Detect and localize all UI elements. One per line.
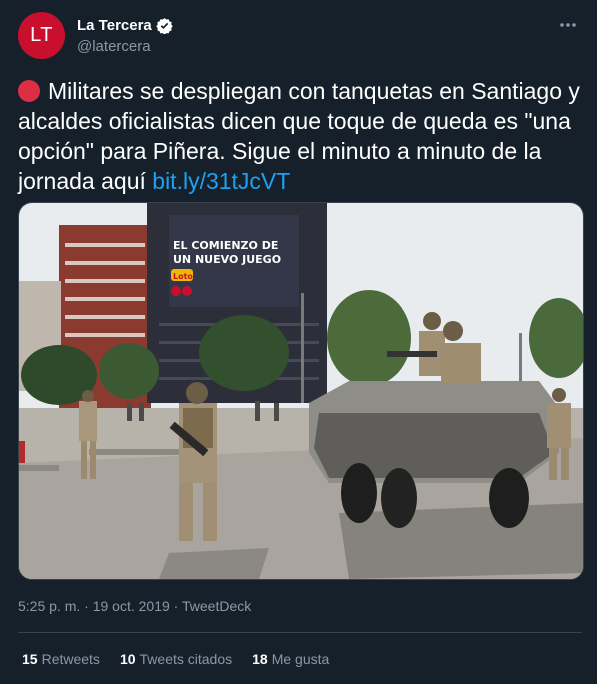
tweet-header: LT La Tercera @latercera [18, 12, 583, 62]
meta-separator: · [84, 598, 89, 614]
tweet-text: Militares se despliegan con tanquetas en… [18, 76, 586, 196]
tweet-date[interactable]: 19 oct. 2019 [93, 598, 170, 614]
tweet-time[interactable]: 5:25 p. m. [18, 598, 80, 614]
quote-tweets-stat[interactable]: 10 Tweets citados [120, 651, 232, 667]
tweet-stats: 15 Retweets 10 Tweets citados 18 Me gust… [22, 651, 329, 667]
quote-tweets-label: Tweets citados [139, 651, 233, 667]
billboard-line1: EL COMIENZO DE [173, 239, 278, 252]
tweet-source[interactable]: TweetDeck [182, 598, 251, 614]
likes-count: 18 [252, 651, 268, 667]
tweet-link[interactable]: bit.ly/31tJcVT [152, 168, 290, 194]
photo-scene: EL COMIENZO DE UN NUEVO JUEGO Loto [19, 203, 583, 579]
name-row: La Tercera [77, 17, 173, 34]
red-circle-icon [18, 80, 40, 102]
billboard-line2: UN NUEVO JUEGO [173, 253, 281, 266]
verified-badge-icon [156, 18, 173, 34]
meta-separator: · [173, 598, 179, 614]
likes-stat[interactable]: 18 Me gusta [252, 651, 329, 667]
tweet-photo[interactable]: EL COMIENZO DE UN NUEVO JUEGO Loto [18, 202, 584, 580]
more-options-icon[interactable] [553, 12, 583, 38]
likes-label: Me gusta [271, 651, 330, 667]
retweets-stat[interactable]: 15 Retweets [22, 651, 100, 667]
avatar[interactable]: LT [18, 12, 65, 59]
tweet-meta: 5:25 p. m. · 19 oct. 2019 · TweetDeck [18, 598, 251, 614]
tweet-text-body: Militares se despliegan con tanquetas en… [18, 78, 580, 194]
display-name[interactable]: La Tercera [77, 17, 152, 34]
billboard-brand: Loto [173, 272, 193, 281]
handle[interactable]: @latercera [77, 38, 151, 55]
divider [18, 632, 582, 633]
retweets-label: Retweets [41, 651, 100, 667]
quote-tweets-count: 10 [119, 651, 136, 667]
retweets-count: 15 [22, 651, 38, 667]
